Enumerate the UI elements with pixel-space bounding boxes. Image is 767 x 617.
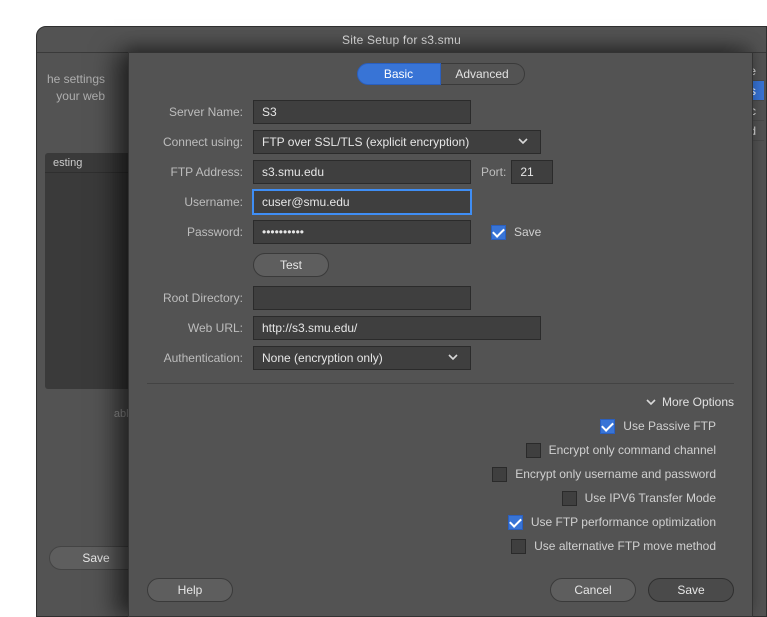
- encrypt-command-label: Encrypt only command channel: [549, 443, 716, 457]
- server-name-input[interactable]: [253, 100, 471, 124]
- dialog-footer: Help Cancel Save: [129, 578, 752, 602]
- more-options-toggle[interactable]: More Options: [646, 395, 734, 409]
- cancel-button[interactable]: Cancel: [550, 578, 636, 602]
- label-server-name: Server Name:: [147, 105, 253, 119]
- separator: [147, 383, 734, 384]
- label-password: Password:: [147, 225, 253, 239]
- tab-advanced[interactable]: Advanced: [441, 63, 525, 85]
- ipv6-checkbox[interactable]: [562, 491, 577, 506]
- test-button[interactable]: Test: [253, 253, 329, 277]
- encrypt-userpw-checkbox[interactable]: [492, 467, 507, 482]
- save-password-checkbox[interactable]: [491, 225, 506, 240]
- web-url-input[interactable]: [253, 316, 541, 340]
- authentication-select[interactable]: None (encryption only): [253, 346, 471, 370]
- password-input[interactable]: [253, 220, 471, 244]
- tab-basic[interactable]: Basic: [357, 63, 441, 85]
- chevron-down-icon: [444, 352, 462, 365]
- server-settings-dialog: Basic Advanced Server Name: Connect usin…: [128, 52, 753, 617]
- label-connect-using: Connect using:: [147, 135, 253, 149]
- label-root-directory: Root Directory:: [147, 291, 253, 305]
- alt-move-checkbox[interactable]: [511, 539, 526, 554]
- save-password-label: Save: [514, 225, 541, 239]
- more-options-label: More Options: [662, 395, 734, 409]
- username-input[interactable]: [253, 190, 471, 214]
- passive-ftp-checkbox[interactable]: [600, 419, 615, 434]
- authentication-value: None (encryption only): [262, 351, 383, 365]
- label-web-url: Web URL:: [147, 321, 253, 335]
- passive-ftp-label: Use Passive FTP: [623, 419, 716, 433]
- root-directory-input[interactable]: [253, 286, 471, 310]
- chevron-down-icon: [514, 136, 532, 149]
- label-authentication: Authentication:: [147, 351, 253, 365]
- connect-using-value: FTP over SSL/TLS (explicit encryption): [262, 135, 469, 149]
- truncated-description: he settings your web: [45, 71, 105, 105]
- chevron-down-icon: [646, 397, 656, 407]
- connect-using-select[interactable]: FTP over SSL/TLS (explicit encryption): [253, 130, 541, 154]
- tab-bar: Basic Advanced: [129, 63, 752, 85]
- label-username: Username:: [147, 195, 253, 209]
- ipv6-label: Use IPV6 Transfer Mode: [585, 491, 716, 505]
- alt-move-label: Use alternative FTP move method: [534, 539, 716, 553]
- port-input[interactable]: [511, 160, 553, 184]
- label-port: Port:: [471, 165, 511, 179]
- help-button[interactable]: Help: [147, 578, 233, 602]
- window-title: Site Setup for s3.smu: [37, 27, 766, 53]
- label-ftp-address: FTP Address:: [147, 165, 253, 179]
- encrypt-userpw-label: Encrypt only username and password: [515, 467, 716, 481]
- save-button[interactable]: Save: [648, 578, 734, 602]
- ftp-perf-checkbox[interactable]: [508, 515, 523, 530]
- ftp-address-input[interactable]: [253, 160, 471, 184]
- encrypt-command-checkbox[interactable]: [526, 443, 541, 458]
- ftp-perf-label: Use FTP performance optimization: [531, 515, 716, 529]
